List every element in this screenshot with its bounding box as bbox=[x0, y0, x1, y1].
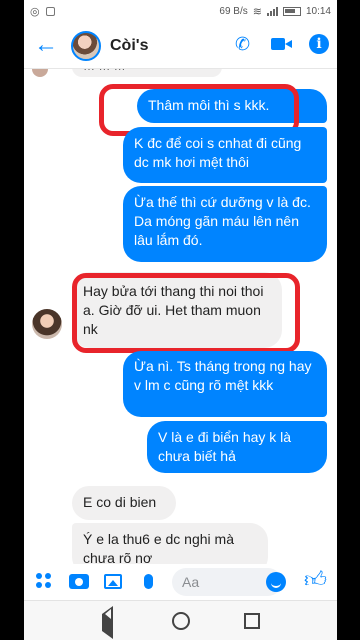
message-bubble-outgoing[interactable]: Ừa thế thì cứ dưỡng v là đc. Da móng gãn… bbox=[123, 186, 327, 262]
message-bubble-outgoing[interactable]: Ừa nì. Ts tháng trong ng hay v lm c cũng… bbox=[123, 351, 327, 417]
info-icon[interactable]: i bbox=[309, 34, 329, 54]
message-list[interactable]: … … … Thâm môi thì s kkk. K đc để coi s … bbox=[24, 69, 337, 564]
message-bubble-outgoing[interactable]: K đc để coi s cnhat đi cũng dc mk hơi mệ… bbox=[123, 127, 327, 183]
battery-icon bbox=[282, 7, 301, 16]
message-bubble-incoming[interactable]: Ý e la thu6 e dc nghi mà chưa rõ nơ bbox=[72, 523, 268, 564]
contact-avatar[interactable] bbox=[71, 31, 101, 61]
clock: 10:14 bbox=[305, 6, 331, 17]
microphone-icon[interactable] bbox=[144, 574, 153, 589]
wifi-icon: ≋ bbox=[252, 6, 262, 18]
peer-avatar bbox=[32, 69, 48, 77]
grid-dots-icon[interactable] bbox=[36, 573, 51, 588]
smiley-icon[interactable] bbox=[266, 572, 286, 592]
video-camera-icon[interactable] bbox=[271, 37, 293, 51]
app-icon bbox=[45, 7, 55, 16]
conversation-header: ← Còi's ✆ i bbox=[24, 24, 337, 69]
network-speed: 69 B/s bbox=[219, 6, 248, 17]
status-bar: ◎ 69 B/s ≋ 10:14 bbox=[24, 0, 337, 24]
back-arrow-icon[interactable]: ← bbox=[34, 32, 58, 58]
message-bubble-incoming[interactable]: … … … bbox=[72, 69, 222, 77]
camera-icon[interactable] bbox=[69, 574, 89, 589]
back-nav-icon[interactable] bbox=[102, 606, 113, 639]
message-bubble-outgoing[interactable]: V là e đi biển hay k là chưa biết hả bbox=[147, 421, 327, 473]
peer-avatar bbox=[32, 309, 62, 339]
phone-screen: ◎ 69 B/s ≋ 10:14 ← Còi's ✆ i … … … Thâm … bbox=[24, 0, 337, 640]
signal-icon bbox=[266, 7, 278, 16]
contact-name[interactable]: Còi's bbox=[110, 37, 148, 55]
thumbs-up-icon[interactable]: 👍︎ bbox=[304, 569, 327, 591]
phone-icon[interactable]: ✆ bbox=[235, 34, 255, 54]
notification-icon: ◎ bbox=[30, 6, 40, 18]
composer-bar: Aa 👍︎ bbox=[24, 564, 337, 600]
message-bubble-incoming[interactable]: E co di bien bbox=[72, 486, 176, 520]
image-icon[interactable] bbox=[104, 574, 122, 589]
red-highlight-box bbox=[72, 273, 300, 353]
navigation-bar bbox=[24, 600, 337, 640]
recents-nav-icon[interactable] bbox=[244, 613, 260, 629]
home-nav-icon[interactable] bbox=[172, 612, 190, 630]
